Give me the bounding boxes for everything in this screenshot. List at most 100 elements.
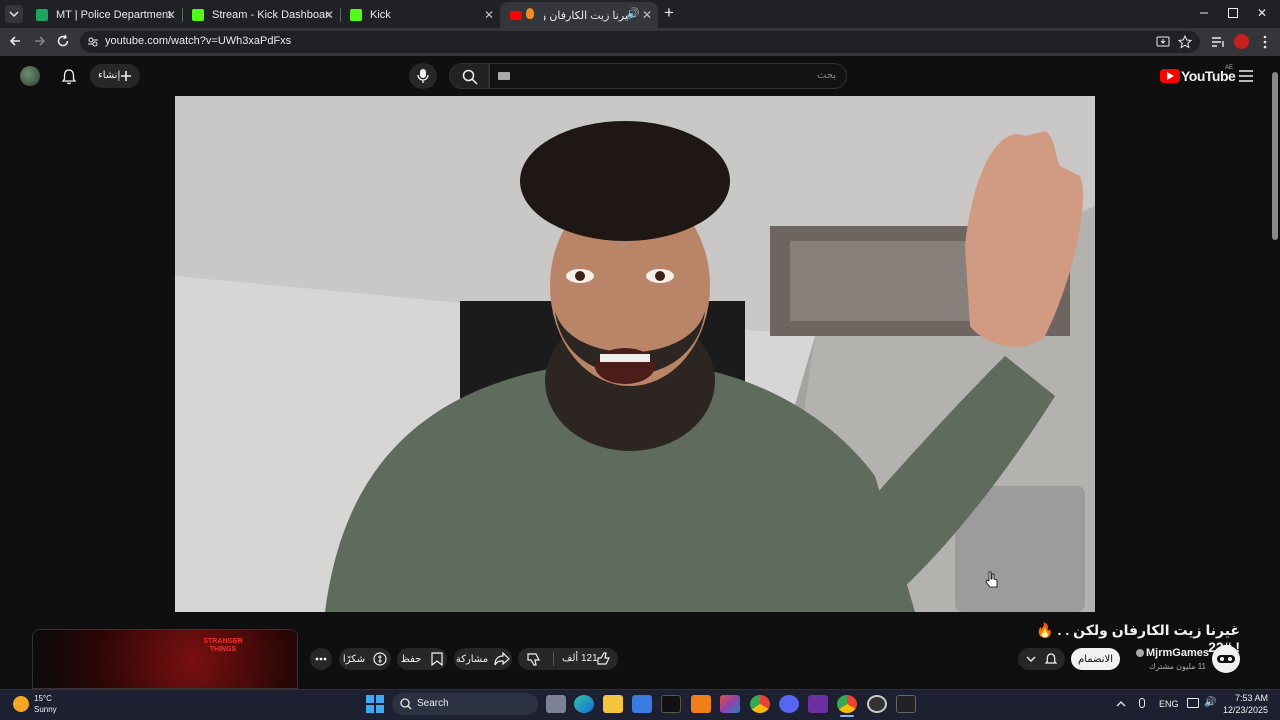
youtube-icon	[510, 10, 522, 20]
bookmark-icon	[431, 652, 443, 666]
chevron-down-icon	[1026, 656, 1035, 662]
speaker-icon[interactable]: 🔊	[626, 7, 640, 20]
save-label: حفظ	[400, 653, 422, 665]
voice-search-button[interactable]	[409, 63, 437, 89]
next-app-icon[interactable]	[808, 695, 828, 713]
browser-tab-police[interactable]: MT | Police Departments v7.0 - ✕	[26, 2, 182, 28]
profile-avatar[interactable]	[1234, 34, 1249, 49]
browser-tab-kick[interactable]: Kick ✕	[340, 2, 500, 28]
weather-temp: 15°C	[34, 694, 52, 703]
taskbar-search[interactable]: Search	[392, 693, 538, 715]
close-window-button[interactable]: ✕	[1257, 6, 1267, 20]
restore-button[interactable]	[1228, 8, 1238, 18]
tab-search-button[interactable]	[5, 5, 23, 23]
task-view-icon[interactable]	[546, 695, 566, 713]
minimize-icon	[1200, 12, 1208, 14]
language-indicator[interactable]: ENG	[1159, 699, 1179, 709]
thumbs-down-icon	[527, 653, 540, 666]
browser-tab-kick-dashboard[interactable]: Stream - Kick Dashboard ✕	[182, 2, 340, 28]
store-icon[interactable]	[632, 695, 652, 713]
fire-icon	[526, 8, 534, 19]
chrome-active-icon[interactable]	[837, 695, 857, 713]
browser-menu-button[interactable]	[1262, 34, 1268, 50]
share-button[interactable]: مشاركة	[454, 648, 512, 670]
video-player[interactable]	[175, 96, 1095, 612]
mouse-cursor-icon	[985, 571, 998, 588]
page-scrollbar[interactable]	[1272, 62, 1278, 687]
address-bar[interactable]: youtube.com/watch?v=UWh3xaPdFxs	[80, 31, 1200, 53]
join-label: الانضمام	[1078, 653, 1113, 665]
chevron-down-icon	[9, 11, 19, 18]
discord-icon[interactable]	[779, 695, 799, 713]
arrow-left-icon	[9, 36, 20, 46]
subscriber-count: 11 مليون مشترك	[1149, 662, 1206, 671]
kick-icon	[192, 9, 204, 21]
miniplayer-thumbnail	[33, 630, 297, 688]
youtube-play-icon	[1160, 69, 1180, 83]
microphone-tray-icon[interactable]	[1139, 698, 1145, 708]
thanks-label: شكرًا	[342, 653, 366, 665]
account-avatar[interactable]	[20, 66, 40, 86]
clock-time[interactable]: 7:53 AM	[1222, 693, 1268, 703]
dislike-button[interactable]	[526, 651, 542, 667]
browser-tab-youtube[interactable]: غيرنا زيت الكارفان ولكن . . 🔊 ✕	[500, 2, 658, 28]
miniplayer[interactable]: STRANGER THINGS	[32, 629, 298, 689]
channel-avatar[interactable]	[1212, 645, 1240, 673]
close-tab-icon[interactable]: ✕	[166, 8, 176, 22]
terminal-icon[interactable]	[896, 695, 916, 713]
weather-icon[interactable]	[13, 696, 29, 712]
subscribed-notifications-button[interactable]	[1018, 648, 1065, 670]
thumbs-up-icon	[597, 652, 610, 665]
site-info-icon[interactable]	[87, 36, 99, 48]
browser-tab-strip: MT | Police Departments v7.0 - ✕ Stream …	[0, 0, 1280, 28]
chevron-up-icon	[1116, 701, 1126, 707]
join-button[interactable]: الانضمام	[1071, 648, 1120, 670]
vlc-icon[interactable]	[691, 695, 711, 713]
notifications-button[interactable]	[61, 68, 77, 85]
reload-icon	[57, 34, 69, 47]
thanks-button[interactable]: شكرًا	[339, 648, 391, 670]
back-button[interactable]	[8, 34, 22, 48]
install-app-icon[interactable]	[1156, 36, 1170, 48]
chrome-icon[interactable]	[750, 695, 770, 713]
media-controls-button[interactable]	[1211, 35, 1225, 49]
region-code: AE	[1225, 65, 1234, 71]
clock-date[interactable]: 12/23/2025	[1214, 705, 1268, 715]
bookmark-star-icon[interactable]	[1178, 35, 1192, 49]
bell-icon	[1044, 653, 1057, 664]
office-icon[interactable]	[720, 695, 740, 713]
guide-menu-button[interactable]	[1239, 70, 1253, 82]
close-tab-icon[interactable]: ✕	[324, 8, 334, 22]
new-tab-button[interactable]: +	[664, 3, 674, 23]
youtube-header: إنشاء بحث YouTube AE	[0, 56, 1280, 96]
forward-button[interactable]	[33, 34, 47, 48]
more-actions-button[interactable]	[310, 648, 332, 670]
bell-icon	[61, 69, 77, 85]
create-button[interactable]: إنشاء	[90, 64, 140, 88]
close-tab-icon[interactable]: ✕	[642, 8, 652, 22]
capcut-icon[interactable]	[661, 695, 681, 713]
keyboard-icon[interactable]	[498, 72, 510, 80]
reload-button[interactable]	[56, 34, 70, 48]
minimize-button[interactable]	[1199, 6, 1209, 20]
search-button[interactable]	[449, 63, 489, 89]
start-button[interactable]	[366, 695, 384, 713]
kick-icon	[350, 9, 362, 21]
share-icon	[494, 652, 511, 666]
network-icon[interactable]	[1187, 698, 1199, 708]
tab-label: غيرنا زيت الكارفان ولكن . .	[544, 9, 634, 22]
edge-icon[interactable]	[574, 695, 594, 713]
like-dislike-group: 121 ألف	[518, 648, 618, 670]
channel-name[interactable]: MjrmGames	[1146, 647, 1209, 659]
search-input[interactable]: بحث	[489, 63, 847, 89]
tab-label: MT | Police Departments v7.0 -	[56, 9, 172, 21]
weather-desc: Sunny	[34, 705, 57, 714]
share-label: مشاركة	[455, 653, 489, 665]
obs-icon[interactable]	[867, 695, 887, 713]
scrollbar-thumb[interactable]	[1272, 72, 1278, 240]
close-tab-icon[interactable]: ✕	[484, 8, 494, 22]
show-hidden-icons-button[interactable]	[1116, 700, 1126, 707]
save-button[interactable]: حفظ	[397, 648, 447, 670]
like-button[interactable]	[596, 651, 612, 667]
file-explorer-icon[interactable]	[603, 695, 623, 713]
